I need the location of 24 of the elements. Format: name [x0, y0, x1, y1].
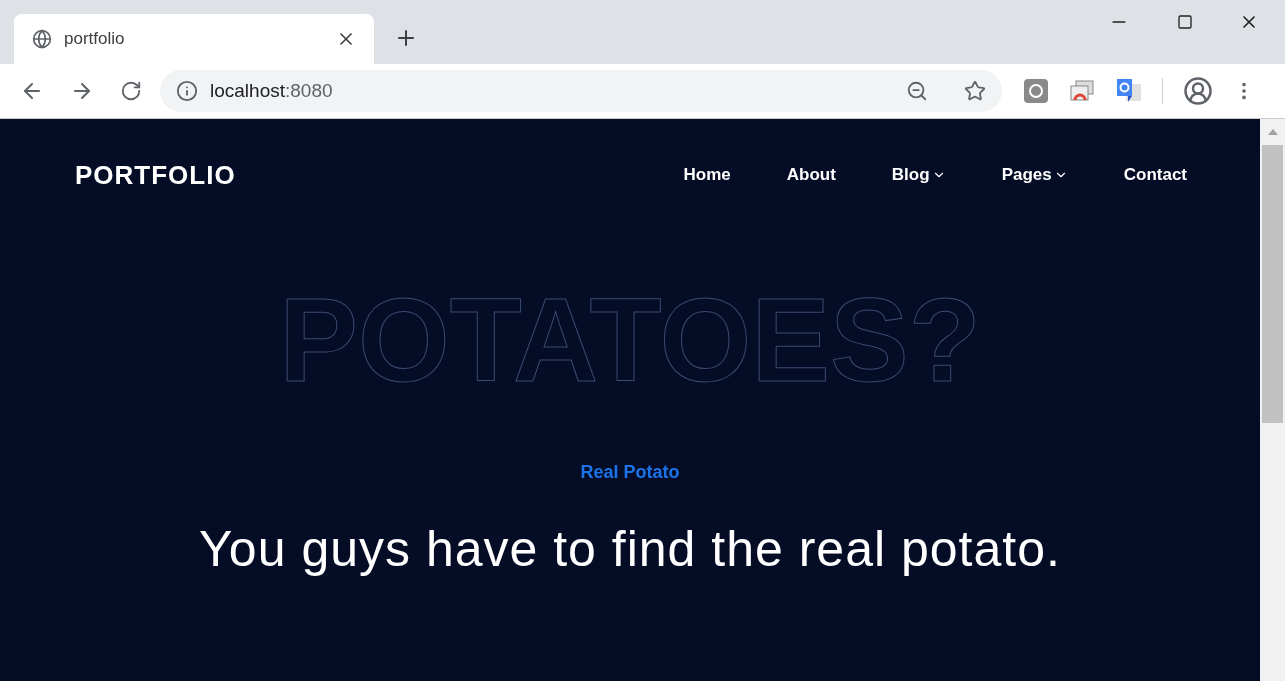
profile-icon[interactable] — [1183, 76, 1213, 106]
bookmark-star-icon[interactable] — [964, 80, 986, 102]
reload-icon[interactable] — [120, 80, 142, 102]
eyebrow-label: Real Potato — [580, 461, 680, 484]
address-bar[interactable]: localhost:8080 — [160, 70, 1002, 112]
extension-icon[interactable] — [1024, 79, 1048, 103]
nav-link[interactable]: Home — [683, 162, 731, 188]
url-port: :8080 — [285, 79, 333, 101]
backdrop-heading: POTATOES? — [279, 281, 981, 399]
nav-link[interactable]: Pages — [1001, 162, 1068, 188]
url-host: localhost — [210, 79, 285, 101]
cast-window-icon[interactable] — [1070, 80, 1094, 102]
maximize-icon[interactable] — [1177, 14, 1193, 30]
zoom-out-icon[interactable] — [906, 80, 928, 102]
nav-link[interactable]: Contact — [1123, 162, 1187, 188]
nav-link[interactable]: Blog — [891, 162, 946, 188]
brand-logo[interactable]: PORTFOLIO — [75, 155, 684, 195]
globe-icon — [32, 29, 52, 49]
info-icon — [176, 80, 198, 102]
translate-icon[interactable] — [1116, 78, 1142, 104]
browser-tab[interactable]: portfolio — [14, 14, 374, 64]
tab-title: portfolio — [64, 28, 126, 51]
nav-link[interactable]: About — [786, 162, 836, 188]
hero-headline: You guys have to find the real potato. — [199, 520, 1061, 579]
